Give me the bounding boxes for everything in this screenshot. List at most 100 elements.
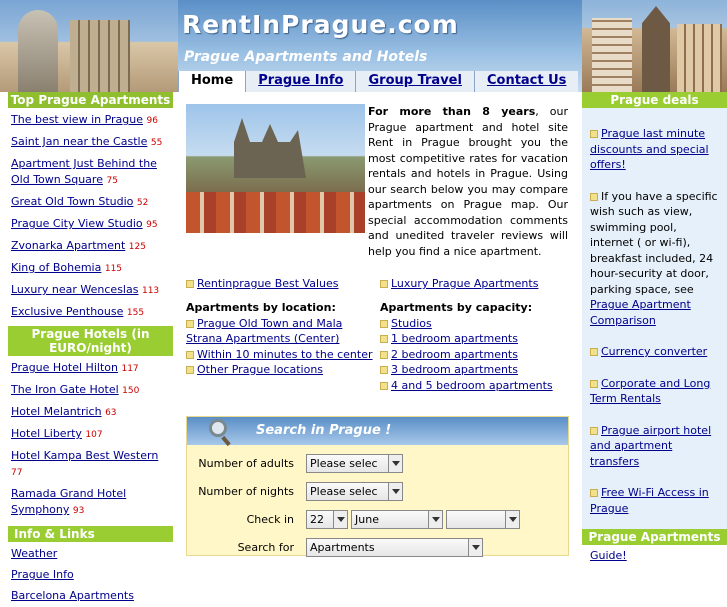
apartment-item-link[interactable]: King of Bohemia <box>11 261 101 274</box>
hotel-item: The Iron Gate Hotel 150 <box>8 380 173 402</box>
location-link[interactable]: Within 10 minutes to the center <box>197 348 373 361</box>
bullet-icon <box>590 192 598 201</box>
apartment-item-link[interactable]: Exclusive Penthouse <box>11 305 123 318</box>
price-number: 52 <box>136 198 149 208</box>
airport-transfers-link[interactable]: Prague airport hotel and apartment trans… <box>590 424 711 468</box>
apartment-item-link[interactable]: Luxury near Wenceslas <box>11 283 138 296</box>
location-link[interactable]: Prague Old Town and Mala Strana Apartmen… <box>186 317 342 346</box>
old-town-image <box>582 0 727 92</box>
apartment-item-link[interactable]: Apartment Just Behind the Old Town Squar… <box>11 157 157 186</box>
location-link[interactable]: Other Prague locations <box>197 363 323 376</box>
currency-converter-link[interactable]: Currency converter <box>601 345 707 358</box>
nav-prague-info[interactable]: Prague Info <box>245 71 356 92</box>
site-header: RentInPrague.com Prague Apartments and H… <box>0 0 727 92</box>
apartment-item: Luxury near Wenceslas 113 <box>8 280 173 302</box>
info-item-link[interactable]: Weather <box>11 547 57 560</box>
bullet-icon <box>186 366 194 374</box>
nav-home[interactable]: Home <box>178 71 246 92</box>
adults-label: Number of adults <box>198 457 294 470</box>
checkin-month-select[interactable]: June <box>351 510 443 529</box>
best-values-link[interactable]: Rentinprague Best Values <box>197 277 339 290</box>
dancing-house-image <box>0 0 178 92</box>
prague-deals-heading: Prague deals <box>582 92 727 108</box>
luxury-apartments-link[interactable]: Luxury Prague Apartments <box>391 277 538 290</box>
nights-label: Number of nights <box>198 485 294 498</box>
price-number: 93 <box>72 506 85 516</box>
site-logo[interactable]: RentInPrague.com <box>182 10 459 39</box>
capacity-link[interactable]: 3 bedroom apartments <box>391 363 518 376</box>
apartment-item: Great Old Town Studio 52 <box>8 192 173 214</box>
last-minute-link[interactable]: Prague last minute discounts and special… <box>590 127 709 171</box>
hotel-item-link[interactable]: Prague Hotel Hilton <box>11 361 118 374</box>
nights-select[interactable]: Please selec <box>306 482 403 501</box>
info-item: Weather <box>8 544 173 565</box>
hotel-item-link[interactable]: Hotel Melantrich <box>11 405 102 418</box>
apartment-item-link[interactable]: Saint Jan near the Castle <box>11 135 147 148</box>
price-number: 150 <box>122 386 140 396</box>
hotel-item-link[interactable]: Ramada Grand Hotel Symphony <box>11 487 126 516</box>
bullet-icon <box>590 489 598 497</box>
search-for-label: Search for <box>237 541 294 554</box>
comparison-link[interactable]: Prague Apartment Comparison <box>590 298 691 327</box>
hotel-item-link[interactable]: Hotel Kampa Best Western <box>11 449 158 462</box>
hotel-item-link[interactable]: Hotel Liberty <box>11 427 82 440</box>
apartment-item-link[interactable]: Great Old Town Studio <box>11 195 133 208</box>
search-title: Search in Prague ! <box>256 423 392 438</box>
chevron-down-icon <box>333 511 347 528</box>
magnifier-icon <box>209 419 227 437</box>
left-sidebar: Top Prague Apartments The best view in P… <box>8 92 173 607</box>
capacity-link[interactable]: 4 and 5 bedroom apartments <box>391 379 553 392</box>
chevron-down-icon <box>428 511 442 528</box>
corporate-rentals-link[interactable]: Corporate and Long Term Rentals <box>590 377 710 406</box>
hotel-item: Prague Hotel Hilton 117 <box>8 358 173 380</box>
main-nav: Home Prague Info Group Travel Contact Us <box>178 71 579 92</box>
apartment-item-link[interactable]: The best view in Prague <box>11 113 143 126</box>
prague-apartments-heading: Prague Apartments <box>582 529 727 545</box>
chevron-down-icon <box>505 511 519 528</box>
bullet-icon <box>380 350 388 359</box>
search-header: Search in Prague ! <box>187 417 568 445</box>
chevron-down-icon <box>388 455 402 472</box>
chevron-down-icon <box>388 483 402 500</box>
hotel-item-link[interactable]: The Iron Gate Hotel <box>11 383 119 396</box>
bullet-icon <box>590 379 598 388</box>
hotel-item: Hotel Liberty 107 <box>8 424 173 446</box>
hotels-heading: Prague Hotels (in EURO/night) <box>8 326 173 356</box>
price-number: 155 <box>126 308 145 318</box>
capacity-link[interactable]: 2 bedroom apartments <box>391 348 518 361</box>
bullet-icon <box>380 366 388 374</box>
price-number: 107 <box>85 430 103 440</box>
nav-contact-us[interactable]: Contact Us <box>473 71 579 92</box>
top-apartments-heading: Top Prague Apartments <box>8 92 173 108</box>
price-number: 95 <box>146 220 158 230</box>
by-capacity-heading: Apartments by capacity: <box>380 301 533 314</box>
apartment-item: Prague City View Studio 95 <box>8 214 173 236</box>
info-links-heading: Info & Links <box>8 526 173 542</box>
deal-text: If you have a specific wish such as view… <box>590 189 718 296</box>
capacity-link[interactable]: 1 bedroom apartments <box>391 332 518 345</box>
capacity-link[interactable]: Studios <box>391 317 432 330</box>
bullet-icon <box>186 280 194 288</box>
nav-group-travel[interactable]: Group Travel <box>355 71 474 92</box>
checkin-day-select[interactable]: 22 <box>306 510 348 529</box>
apartment-item: The best view in Prague 96 <box>8 110 173 132</box>
apartment-item-link[interactable]: Zvonarka Apartment <box>11 239 125 252</box>
bullet-icon <box>380 335 388 343</box>
search-for-select[interactable]: Apartments <box>306 538 483 557</box>
price-number: 115 <box>104 264 123 274</box>
bullet-icon <box>590 426 598 435</box>
checkin-year-select[interactable] <box>446 510 520 529</box>
price-number: 77 <box>11 468 23 478</box>
wifi-access-link[interactable]: Free Wi-Fi Access in Prague <box>590 486 709 515</box>
price-number: 117 <box>121 364 139 374</box>
info-item-link[interactable]: Prague Info <box>11 568 74 581</box>
hotel-item: Hotel Melantrich 63 <box>8 402 173 424</box>
adults-select[interactable]: Please selec <box>306 454 403 473</box>
apartment-item-link[interactable]: Prague City View Studio <box>11 217 143 230</box>
checkin-label: Check in <box>246 513 294 526</box>
search-box: Search in Prague ! Number of adults Plea… <box>186 416 569 557</box>
bullet-icon <box>590 130 598 138</box>
apartment-item: Zvonarka Apartment 125 <box>8 236 173 258</box>
hotel-item: Hotel Kampa Best Western 77 <box>8 446 173 484</box>
info-item-link[interactable]: Barcelona Apartments <box>11 589 134 602</box>
